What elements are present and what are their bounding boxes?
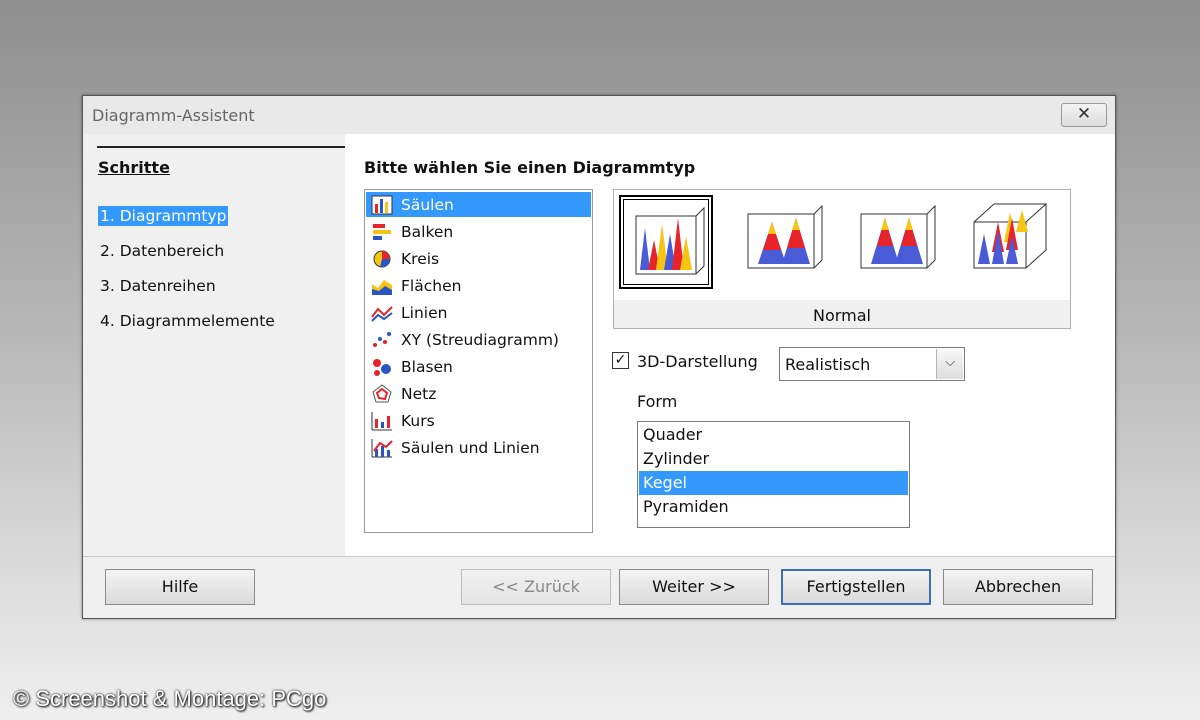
chart-type-xy-scatter[interactable]: XY (Streudiagramm) [366,327,591,352]
chart-type-area[interactable]: Flächen [366,273,591,298]
window-title: Diagramm-Assistent [92,106,255,125]
chart-type-label: Säulen und Linien [401,438,540,457]
chart-type-bubbles[interactable]: Blasen [366,354,591,379]
look-combobox[interactable]: Realistisch ⌵ [779,347,965,381]
form-option-cuboid[interactable]: Quader [639,423,908,447]
step-data-series[interactable]: 3. Datenreihen [98,276,218,296]
form-option-cylinder[interactable]: Zylinder [639,447,908,471]
check-icon: ✓ [614,352,627,368]
chart-type-label: Flächen [401,276,462,295]
chart-type-label: Balken [401,222,454,241]
chart-type-label: Säulen [401,195,454,214]
finish-button[interactable]: Fertigstellen [781,569,931,605]
cone-percent-stacked-variant-icon [860,204,936,269]
chart-type-columns[interactable]: Säulen [366,192,591,217]
step-data-range[interactable]: 2. Datenbereich [98,241,226,261]
pie-chart-icon [373,250,391,267]
chart-variant-strip [614,190,1070,300]
look-value: Realistisch [785,355,871,374]
form-option-pyramid[interactable]: Pyramiden [639,495,908,519]
cone-normal-variant-icon [635,206,705,275]
line-chart-icon [371,305,393,322]
chart-type-label: Kreis [401,249,440,268]
back-button[interactable]: << Zurück [461,569,611,605]
variant-label: Normal [813,306,871,325]
chart-type-label: Linien [401,303,448,322]
form-listbox[interactable]: Quader Zylinder Kegel Pyramiden [637,421,910,528]
steps-title: Schritte [98,158,170,177]
variant-deep[interactable] [966,196,1058,288]
steps-pane: Schritte 1. Diagrammtyp 2. Datenbereich … [83,134,345,556]
copyright-watermark: © Screenshot & Montage: PCgo [13,686,327,711]
chart-type-lines[interactable]: Linien [366,300,591,325]
variant-percent-stacked[interactable] [853,196,945,288]
column-chart-icon [371,195,393,214]
form-option-cone[interactable]: Kegel [639,471,908,495]
cancel-button[interactable]: Abbrechen [943,569,1093,605]
net-chart-icon [372,383,392,402]
close-button[interactable]: ✕ [1061,103,1107,127]
3d-checkbox-label[interactable]: 3D-Darstellung [637,352,758,371]
3d-checkbox[interactable]: ✓ [612,352,629,369]
chart-type-list[interactable]: Säulen Balken Kreis Flächen Linien XY (S… [364,189,593,533]
close-icon: ✕ [1076,104,1092,124]
next-button[interactable]: Weiter >> [619,569,769,605]
chart-wizard-dialog: Diagramm-Assistent ✕ Schritte 1. Diagram… [82,95,1116,619]
steps-divider [97,146,345,148]
main-pane: Bitte wählen Sie einen Diagrammtyp Säule… [345,134,1115,556]
chart-type-bars[interactable]: Balken [366,219,591,244]
cone-stacked-variant-icon [747,204,823,269]
chart-type-columns-and-lines[interactable]: Säulen und Linien [366,435,591,460]
chart-type-stock[interactable]: Kurs [366,408,591,433]
button-separator [83,556,1115,557]
chart-variant-box: Normal [613,189,1071,329]
dropdown-button[interactable]: ⌵ [936,349,963,379]
chart-type-label: Kurs [401,411,435,430]
form-label: Form [637,392,678,411]
step-chart-elements[interactable]: 4. Diagrammelemente [98,311,277,331]
variant-normal[interactable] [619,195,713,289]
column-line-chart-icon [371,438,393,457]
chart-type-label: Netz [401,384,437,403]
bar-chart-icon [373,223,391,240]
area-chart-icon [372,279,392,295]
chart-type-label: XY (Streudiagramm) [401,330,559,349]
chart-type-heading: Bitte wählen Sie einen Diagrammtyp [364,158,696,177]
step-chart-type[interactable]: 1. Diagrammtyp [98,206,229,226]
variant-stacked[interactable] [740,196,832,288]
stock-chart-icon [371,411,392,430]
title-bar: Diagramm-Assistent ✕ [83,96,1115,135]
chevron-down-icon: ⌵ [945,355,955,370]
cone-deep-variant-icon [973,202,1047,269]
bubble-chart-icon [373,358,391,376]
chart-type-label: Blasen [401,357,453,376]
chart-type-net[interactable]: Netz [366,381,591,406]
scatter-chart-icon [373,331,391,347]
chart-type-pie[interactable]: Kreis [366,246,591,271]
help-button[interactable]: Hilfe [105,569,255,605]
